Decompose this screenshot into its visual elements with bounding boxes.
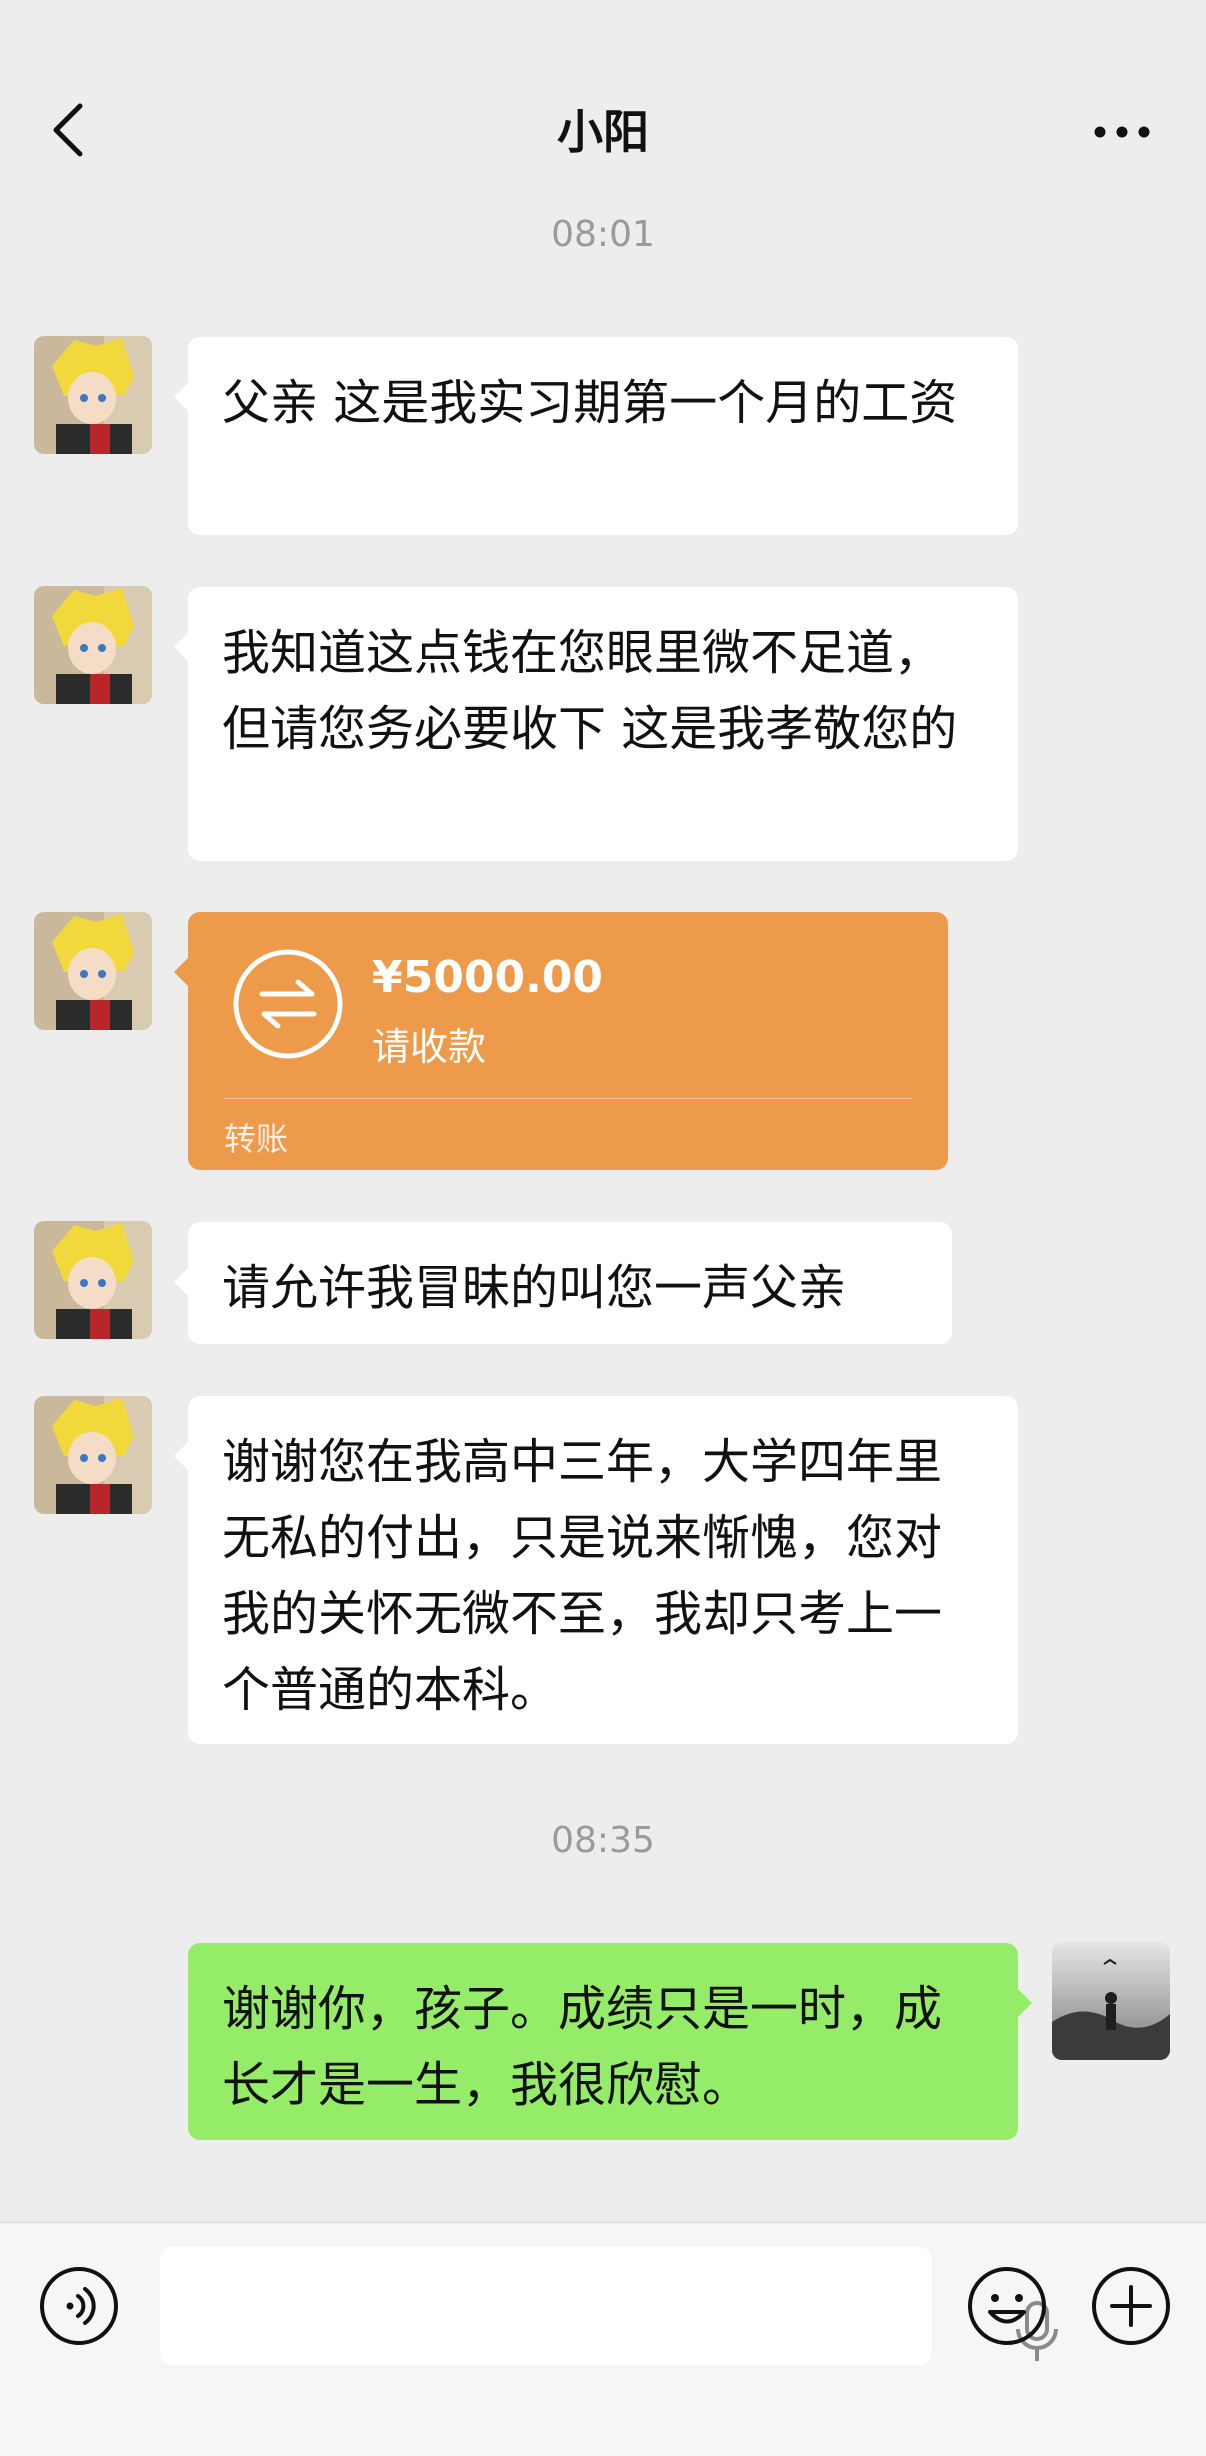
voice-input-icon[interactable] (38, 2265, 120, 2347)
message-bubble[interactable]: 请允许我冒昧的叫您一声父亲 (174, 1222, 952, 1344)
chat-header: 小阳 (0, 0, 1206, 170)
message-bubble[interactable]: 父亲 这是我实习期第一个月的工资 (174, 337, 1018, 535)
my-message-bubble[interactable]: 谢谢你，孩子。成绩只是一时，成长才是一生，我很欣慰。 (188, 1943, 1032, 2140)
more-actions-plus-icon[interactable] (1090, 2265, 1172, 2347)
my-avatar[interactable] (1052, 1942, 1170, 2060)
transfer-label: 转账 (224, 1120, 289, 1158)
contact-avatar[interactable] (34, 336, 152, 454)
contact-avatar[interactable] (34, 1396, 152, 1514)
contact-avatar[interactable] (34, 912, 152, 1030)
message-bubble[interactable]: 谢谢您在我高中三年，大学四年里无私的付出，只是说来惭愧，您对我的关怀无微不至，我… (174, 1396, 1018, 1744)
transfer-amount: ¥5000.00 (372, 952, 604, 1003)
contact-avatar[interactable] (34, 1221, 152, 1339)
contact-avatar[interactable] (34, 586, 152, 704)
divider (224, 1098, 912, 1099)
chat-title: 小阳 (557, 105, 649, 159)
input-bar (0, 2222, 1206, 2456)
message-input[interactable] (160, 2247, 1058, 2365)
transfer-card[interactable]: ¥5000.00 请收款 转账 (174, 912, 948, 1170)
transfer-status: 请收款 (372, 1025, 487, 1069)
timestamp: 08:35 (551, 1820, 655, 1861)
timestamp: 08:01 (551, 214, 655, 255)
emoji-icon[interactable] (966, 2265, 1048, 2347)
transfer-icon (233, 949, 343, 1059)
message-bubble[interactable]: 我知道这点钱在您眼里微不足道，但请您务必要收下 这是我孝敬您的 (174, 587, 1018, 861)
more-options-icon[interactable] (1092, 112, 1152, 152)
